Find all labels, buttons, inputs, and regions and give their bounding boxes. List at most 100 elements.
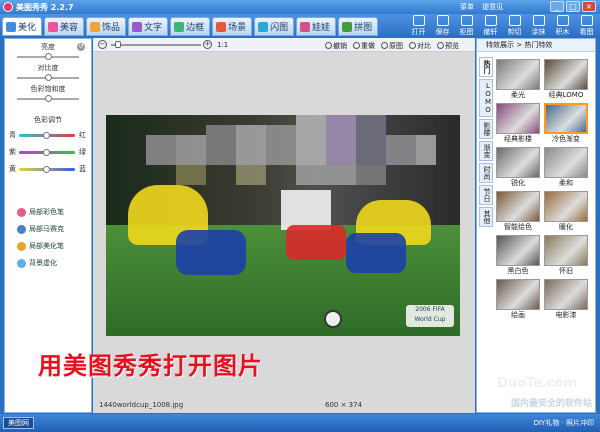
effect-thumb-0[interactable]: 柔光 bbox=[496, 59, 540, 99]
tab-5[interactable]: 场景 bbox=[212, 17, 253, 36]
bottom-bar: 美图网 国内最安全的软件站 DIY礼物 · 照片冲印 bbox=[0, 399, 600, 432]
effect-thumb-9[interactable]: 怀旧 bbox=[544, 235, 588, 275]
tab-7[interactable]: 娃娃 bbox=[296, 17, 337, 36]
contrast-knob[interactable] bbox=[45, 74, 52, 81]
purple-green-knob[interactable] bbox=[43, 149, 50, 156]
cyan-red-slider[interactable] bbox=[19, 132, 75, 139]
effect-tab-6[interactable]: 其他 bbox=[479, 207, 493, 227]
bottom-links[interactable]: DIY礼物 · 照片冲印 bbox=[534, 418, 594, 428]
zoom-slider[interactable] bbox=[111, 44, 201, 46]
effect-tab-1[interactable]: LOMO bbox=[479, 79, 493, 117]
close-button[interactable]: × bbox=[582, 1, 596, 12]
effect-preview bbox=[544, 279, 588, 310]
menu-link[interactable]: 菜单 bbox=[460, 3, 474, 11]
maximize-button[interactable]: □ bbox=[566, 1, 580, 12]
toolbar-button-6[interactable]: 积木 bbox=[552, 15, 573, 37]
top-links: 菜单 提意见 bbox=[460, 2, 509, 12]
tab-8[interactable]: 拼图 bbox=[338, 17, 379, 36]
saturation-slider[interactable] bbox=[17, 95, 79, 102]
zoom-in-icon[interactable]: + bbox=[203, 40, 212, 49]
red-label: 红 bbox=[79, 131, 86, 139]
tab-label: 场景 bbox=[228, 23, 247, 33]
effect-label: 锐化 bbox=[511, 179, 525, 187]
toolbar-button-2[interactable]: 拒图 bbox=[456, 15, 477, 37]
tab-icon bbox=[258, 21, 269, 32]
player-red-shorts bbox=[286, 225, 346, 260]
effect-tab-4[interactable]: 时尚 bbox=[479, 163, 493, 183]
tab-icon bbox=[48, 21, 59, 32]
brightness-knob[interactable] bbox=[45, 53, 52, 60]
canvas-action-4[interactable]: 预览 bbox=[437, 41, 459, 51]
action-label: 对比 bbox=[417, 42, 431, 50]
toolbar-label: 撤轩 bbox=[483, 28, 498, 36]
brightness-slider[interactable] bbox=[17, 53, 79, 60]
effect-preview bbox=[544, 59, 588, 90]
toolbar-button-3[interactable]: 撤轩 bbox=[480, 15, 501, 37]
canvas-action-1[interactable]: 重做 bbox=[353, 41, 375, 51]
toolbar-button-7[interactable]: 看图 bbox=[576, 15, 597, 37]
effect-label: 绘画 bbox=[511, 311, 525, 319]
canvas-action-0[interactable]: 撤销 bbox=[325, 41, 347, 51]
effect-thumb-7[interactable]: 暖化 bbox=[544, 191, 588, 231]
photo-canvas[interactable]: 2006 FIFA World Cup bbox=[106, 115, 460, 336]
feedback-link[interactable]: 提意见 bbox=[482, 3, 503, 11]
tab-icon bbox=[90, 21, 101, 32]
toolbar-label: 打开 bbox=[411, 28, 426, 36]
toolbar-button-4[interactable]: 剪切 bbox=[504, 15, 525, 37]
canvas-action-2[interactable]: 原图 bbox=[381, 41, 403, 51]
tab-0[interactable]: 美化 bbox=[2, 17, 43, 36]
effect-tab-3[interactable]: 渐变 bbox=[479, 141, 493, 161]
yellow-blue-slider[interactable] bbox=[19, 166, 75, 173]
action-icon bbox=[381, 42, 388, 49]
effect-label: 智能绘色 bbox=[504, 223, 532, 231]
zoom-ratio[interactable]: 1:1 bbox=[217, 41, 228, 49]
brush-tool-3[interactable]: 背景虚化 bbox=[17, 258, 57, 268]
toolbar-label: 拒图 bbox=[459, 28, 474, 36]
tab-4[interactable]: 边框 bbox=[170, 17, 211, 36]
brush-icon bbox=[17, 258, 26, 268]
mosaic-block bbox=[176, 165, 206, 185]
cyan-red-knob[interactable] bbox=[43, 132, 50, 139]
effect-thumb-2[interactable]: 经典影楼 bbox=[496, 103, 540, 143]
duote-watermark: DuoTe.com bbox=[497, 376, 578, 391]
toolbar-button-0[interactable]: 打开 bbox=[408, 15, 429, 37]
purple-green-slider[interactable] bbox=[19, 149, 75, 156]
zoom-out-icon[interactable]: − bbox=[98, 40, 107, 49]
tab-label: 美容 bbox=[60, 23, 79, 33]
minimize-button[interactable]: _ bbox=[550, 1, 564, 12]
brush-icon bbox=[17, 241, 26, 251]
toolbar-button-1[interactable]: 保存 bbox=[432, 15, 453, 37]
effect-thumb-8[interactable]: 黑白色 bbox=[496, 235, 540, 275]
toolbar-button-5[interactable]: 涂抹 bbox=[528, 15, 549, 37]
brush-tool-0[interactable]: 局部彩色笔 bbox=[17, 207, 64, 217]
brush-tool-1[interactable]: 局部马赛克 bbox=[17, 224, 64, 234]
effect-tab-2[interactable]: 影楼 bbox=[479, 119, 493, 139]
status-bar: 1440worldcup_1008.jpg 600 × 374 bbox=[93, 398, 475, 413]
effect-thumb-11[interactable]: 电影漆 bbox=[544, 279, 588, 319]
canvas-action-3[interactable]: 对比 bbox=[409, 41, 431, 51]
effect-thumb-10[interactable]: 绘画 bbox=[496, 279, 540, 319]
tab-1[interactable]: 美容 bbox=[44, 17, 85, 36]
zoom-knob[interactable] bbox=[115, 41, 121, 48]
player-blue-shorts bbox=[176, 230, 246, 275]
effect-preview bbox=[496, 191, 540, 222]
effect-label: 黑白色 bbox=[507, 267, 529, 275]
yellow-blue-knob[interactable] bbox=[43, 166, 50, 173]
tab-6[interactable]: 闪图 bbox=[254, 17, 295, 36]
contrast-slider[interactable] bbox=[17, 74, 79, 81]
effect-tab-5[interactable]: 节日 bbox=[479, 185, 493, 205]
effect-thumb-3[interactable]: 冷色渐变 bbox=[544, 103, 588, 143]
effect-thumb-4[interactable]: 锐化 bbox=[496, 147, 540, 187]
effect-thumb-1[interactable]: 经典LOMO bbox=[544, 59, 588, 99]
saturation-knob[interactable] bbox=[45, 95, 52, 102]
effect-preview bbox=[544, 191, 588, 222]
site-chip[interactable]: 美图网 bbox=[3, 417, 34, 429]
tab-2[interactable]: 饰品 bbox=[86, 17, 127, 36]
tab-3[interactable]: 文字 bbox=[128, 17, 169, 36]
brush-tool-2[interactable]: 局部美化笔 bbox=[17, 241, 64, 251]
nav-bar: 美化 美容 饰品 文字 边框 场景 闪图 娃娃 拼图 打开 保存 拒图 撤轩 剪切 涂抹 积木 看图 bbox=[0, 14, 600, 38]
effect-tab-0[interactable]: 热门 bbox=[479, 57, 493, 77]
tab-label: 闪图 bbox=[270, 23, 289, 33]
effect-thumb-6[interactable]: 智能绘色 bbox=[496, 191, 540, 231]
effect-thumb-5[interactable]: 柔和 bbox=[544, 147, 588, 187]
